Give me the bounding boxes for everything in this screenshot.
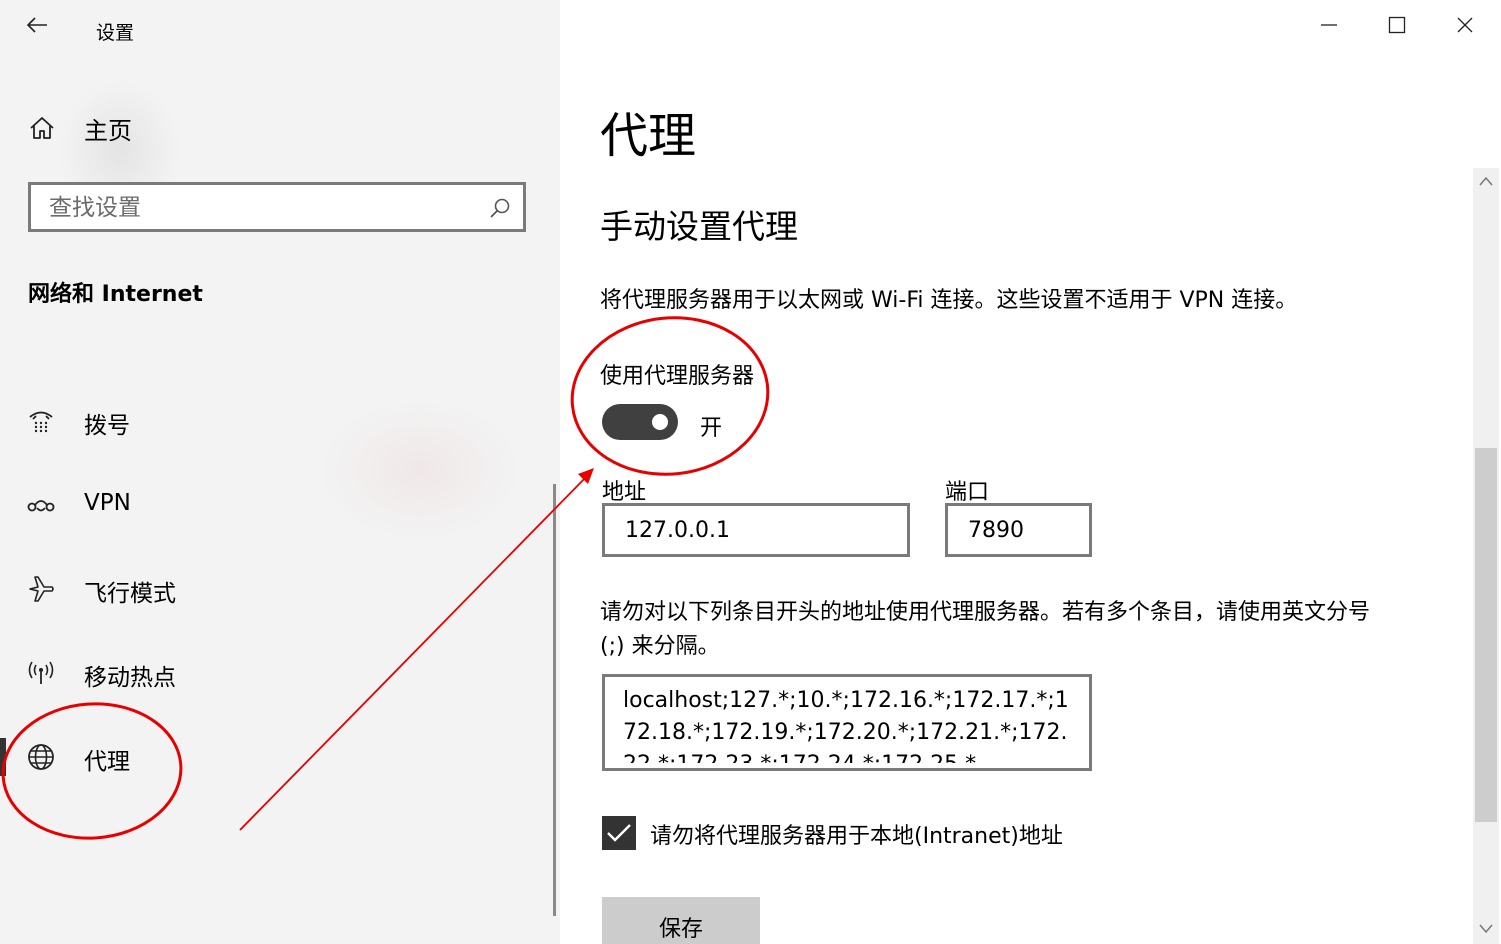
main-content: 代理 手动设置代理 将代理服务器用于以太网或 Wi-Fi 连接。这些设置不适用于… (560, 0, 1501, 944)
sidebar-item-airplane-mode[interactable]: 飞行模式 (0, 562, 545, 616)
exceptions-text: localhost;127.*;10.*;172.16.*;172.17.*;1… (623, 688, 1069, 763)
bypass-local-label: 请勿将代理服务器用于本地(Intranet)地址 (650, 824, 1063, 849)
maximize-button[interactable] (1372, 8, 1422, 42)
sidebar-scrollbar[interactable] (553, 484, 556, 916)
sidebar-item-mobile-hotspot[interactable]: 移动热点 (0, 646, 545, 700)
close-button[interactable] (1440, 8, 1490, 42)
maximize-icon (1388, 16, 1406, 34)
scroll-up-icon[interactable] (1478, 174, 1494, 188)
use-proxy-toggle[interactable] (602, 404, 678, 440)
toggle-state-label: 开 (700, 416, 723, 441)
minimize-icon (1321, 24, 1337, 26)
port-field-box (945, 503, 1092, 557)
section-title: 手动设置代理 (600, 207, 798, 246)
sidebar-item-proxy[interactable]: 代理 (0, 730, 545, 784)
scrollbar-thumb[interactable] (1475, 448, 1497, 822)
address-label: 地址 (602, 480, 647, 505)
scroll-down-icon[interactable] (1478, 922, 1494, 936)
toggle-knob (652, 414, 668, 430)
home-icon (30, 117, 54, 139)
address-input[interactable] (605, 506, 907, 554)
checkmark-icon (607, 824, 631, 842)
search-input[interactable] (31, 185, 491, 231)
proxy-description: 将代理服务器用于以太网或 Wi-Fi 连接。这些设置不适用于 VPN 连接。 (600, 288, 1298, 313)
sidebar-item-label: 主页 (84, 116, 132, 145)
vpn-icon (26, 491, 56, 519)
close-icon (1457, 17, 1473, 33)
sidebar-item-label: 拨号 (84, 413, 130, 439)
airplane-icon (26, 575, 56, 603)
bypass-local-checkbox[interactable] (602, 816, 636, 850)
settings-window: 设置 主页 网络和 Internet (0, 0, 1501, 944)
dialup-icon (26, 407, 56, 435)
selection-indicator (0, 738, 6, 776)
address-field-box (602, 503, 910, 557)
search-box (28, 182, 526, 232)
page-title: 代理 (600, 108, 697, 164)
hotspot-icon (26, 659, 56, 687)
main-scrollbar[interactable] (1473, 168, 1499, 944)
minimize-button[interactable] (1304, 8, 1354, 42)
sidebar-item-home[interactable]: 主页 (28, 108, 132, 148)
exceptions-description: 请勿对以下列条目开头的地址使用代理服务器。若有多个条目，请使用英文分号 (;) … (600, 600, 1371, 659)
back-button[interactable] (22, 10, 52, 40)
use-proxy-label: 使用代理服务器 (600, 364, 755, 389)
sidebar-item-label: VPN (84, 490, 131, 516)
port-label: 端口 (945, 480, 990, 505)
sidebar-item-dialup[interactable]: 拨号 (0, 394, 545, 448)
exceptions-textarea[interactable]: localhost;127.*;10.*;172.16.*;172.17.*;1… (602, 674, 1092, 771)
sidebar: 设置 主页 网络和 Internet (0, 0, 560, 944)
sidebar-item-label: 飞行模式 (84, 581, 176, 607)
search-icon[interactable] (489, 197, 511, 219)
app-title: 设置 (96, 22, 135, 44)
sidebar-item-label: 代理 (84, 749, 130, 775)
port-input[interactable] (948, 506, 1089, 554)
sidebar-item-label: 移动热点 (84, 665, 176, 691)
globe-icon (26, 743, 56, 771)
save-button[interactable]: 保存 (602, 897, 760, 944)
sidebar-item-vpn[interactable]: VPN (0, 478, 545, 532)
section-heading: 网络和 Internet (28, 282, 203, 307)
back-arrow-icon (26, 17, 47, 33)
